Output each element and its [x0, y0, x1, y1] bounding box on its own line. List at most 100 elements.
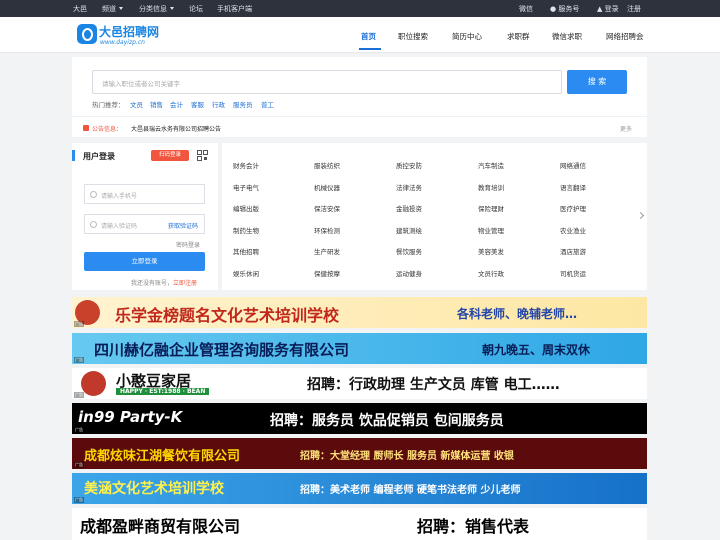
nav-job-group[interactable]: 求职群 — [507, 31, 530, 42]
category-link[interactable]: 教育培训 — [478, 182, 504, 192]
category-link[interactable]: 建筑测绘 — [396, 225, 422, 235]
search-button[interactable]: 搜 索 — [567, 70, 627, 94]
banner-title: 成都炫味江湖餐饮有限公司 — [84, 449, 241, 464]
banner-title: 美涵文化艺术培训学校 — [84, 481, 224, 497]
category-link[interactable]: 餐饮服务 — [396, 246, 422, 256]
nav-wechat-job[interactable]: 微信求职 — [552, 31, 582, 42]
city-link[interactable]: 大邑 — [73, 4, 87, 14]
scan-login-button[interactable]: 扫码登录 — [151, 150, 189, 161]
get-code-button[interactable]: 获取验证码 — [168, 221, 198, 230]
phone-icon — [90, 191, 97, 198]
banner-extra: 招聘：服务员 饮品促销员 包间服务员 — [270, 413, 504, 429]
banner-title: 成都盈畔商贸有限公司 — [80, 517, 241, 536]
hot-keyword[interactable]: 普工 — [261, 99, 274, 109]
password-login-link[interactable]: 密码登录 — [176, 240, 200, 249]
category-link[interactable]: 文员行政 — [478, 268, 504, 278]
shield-icon — [90, 221, 97, 228]
channel-label: 频道 — [102, 5, 116, 13]
ad-tag: 广告 — [74, 321, 84, 327]
category-link[interactable]: 金融投资 — [396, 203, 422, 213]
logo-icon[interactable] — [77, 24, 97, 44]
hot-keyword[interactable]: 客服 — [191, 99, 204, 109]
category-link[interactable]: 保洁安保 — [314, 203, 340, 213]
category-link[interactable]: 财务会计 — [233, 160, 259, 170]
banner-extra: 招聘：行政助理 生产文员 库管 电工…… — [307, 377, 560, 393]
wechat-link[interactable]: 微信 — [519, 4, 533, 14]
qr-code-icon[interactable] — [197, 150, 208, 161]
category-link[interactable]: 机械仪器 — [314, 182, 340, 192]
mascot-icon — [81, 371, 106, 396]
channel-menu[interactable]: 频道 — [102, 4, 123, 14]
register-link[interactable]: 注册 — [627, 4, 641, 14]
hot-keyword[interactable]: 会计 — [170, 99, 183, 109]
register-now-link[interactable]: 立即注册 — [173, 280, 197, 287]
category-link[interactable]: 医疗护理 — [560, 203, 586, 213]
ad-banner[interactable]: 成都盈畔商贸有限公司 招聘：销售代表 — [72, 508, 647, 540]
ad-banner[interactable]: 乐学金榜题名文化艺术培训学校 各科老师、晚辅老师… 广告 — [72, 297, 647, 328]
category-link[interactable]: 电子电气 — [233, 182, 259, 192]
banner-extra: 招聘：大堂经理 厨师长 服务员 新媒体运营 收银 — [300, 451, 514, 462]
banner-title: 四川赫亿融企业管理咨询服务有限公司 — [94, 341, 350, 359]
category-link[interactable]: 农业渔业 — [560, 225, 586, 235]
forum-link[interactable]: 论坛 — [189, 4, 203, 14]
verification-code-field[interactable]: 请输入验证码 获取验证码 — [84, 214, 205, 234]
search-input[interactable]: 请输入职位或者公司关键字 — [92, 70, 562, 94]
logo-url: www.dayizp.cn — [100, 39, 145, 46]
wechat-icon: ● — [550, 5, 557, 13]
notice-item[interactable]: 大邑县瑞云水务有限公司招聘公告 — [131, 124, 221, 133]
chevron-down-icon — [119, 7, 123, 10]
divider — [72, 116, 647, 117]
code-placeholder: 请输入验证码 — [101, 223, 138, 230]
ad-banner[interactable]: 小憨豆家居 HAPPY · EST:1988 · BEAN 招聘：行政助理 生产… — [72, 368, 647, 399]
phone-field[interactable]: 请输入手机号 — [84, 184, 205, 204]
no-account-text: 我还没有账号， — [131, 280, 174, 287]
login-submit-button[interactable]: 立即登录 — [84, 252, 205, 271]
notice-more-link[interactable]: 更多 — [620, 124, 632, 133]
category-link[interactable]: 制药生物 — [233, 225, 259, 235]
category-link[interactable]: 服装纺织 — [314, 160, 340, 170]
hot-keyword[interactable]: 文员 — [130, 99, 143, 109]
logo-title[interactable]: 大邑招聘网 — [99, 23, 159, 40]
category-link[interactable]: 物业管理 — [478, 225, 504, 235]
phone-placeholder: 请输入手机号 — [101, 193, 138, 200]
category-link[interactable]: 酒店旅游 — [560, 246, 586, 256]
ad-tag: 广告 — [74, 392, 84, 398]
mobile-client-link[interactable]: 手机客户端 — [217, 4, 252, 14]
ad-banner[interactable]: 成都炫味江湖餐饮有限公司 招聘：大堂经理 厨师长 服务员 新媒体运营 收银 广告 — [72, 438, 647, 469]
category-link[interactable]: 运动健身 — [396, 268, 422, 278]
classified-menu[interactable]: 分类信息 — [139, 4, 174, 14]
banner-extra: 朝九晚五、周末双休 — [482, 343, 591, 357]
category-link[interactable]: 网络通信 — [560, 160, 586, 170]
category-link[interactable]: 生产研发 — [314, 246, 340, 256]
service-account-link[interactable]: ● 服务号 — [550, 4, 579, 14]
category-link[interactable]: 环保检测 — [314, 225, 340, 235]
hot-keyword[interactable]: 行政 — [212, 99, 225, 109]
classified-label: 分类信息 — [139, 5, 167, 13]
ad-tag: 广告 — [74, 427, 84, 433]
nav-online-fair[interactable]: 网络招聘会 — [606, 31, 644, 42]
category-link[interactable]: 娱乐休闲 — [233, 268, 259, 278]
hot-label: 热门推荐： — [92, 101, 125, 109]
ad-banner[interactable]: in99 Party-K 招聘：服务员 饮品促销员 包间服务员 广告 — [72, 403, 647, 434]
category-link[interactable]: 汽车制造 — [478, 160, 504, 170]
login-label: 登录 — [604, 5, 619, 13]
nav-job-search[interactable]: 职位搜索 — [398, 31, 428, 42]
category-link[interactable]: 质控安防 — [396, 160, 422, 170]
hot-keyword[interactable]: 服务员 — [233, 99, 253, 109]
category-link[interactable]: 编辑出版 — [233, 203, 259, 213]
category-link[interactable]: 司机货运 — [560, 268, 586, 278]
service-label: 服务号 — [558, 5, 580, 13]
ad-tag: 广告 — [74, 357, 84, 363]
category-link[interactable]: 保健按摩 — [314, 268, 340, 278]
nav-resume-center[interactable]: 简历中心 — [452, 31, 482, 42]
category-link[interactable]: 语言翻译 — [560, 182, 586, 192]
category-link[interactable]: 保险理财 — [478, 203, 504, 213]
category-link[interactable]: 其他招聘 — [233, 246, 259, 256]
nav-home[interactable]: 首页 — [361, 31, 376, 42]
hot-keyword[interactable]: 销售 — [150, 99, 163, 109]
ad-banner[interactable]: 四川赫亿融企业管理咨询服务有限公司 朝九晚五、周末双休 广告 — [72, 333, 647, 364]
category-link[interactable]: 法律法务 — [396, 182, 422, 192]
category-link[interactable]: 美容美发 — [478, 246, 504, 256]
login-link[interactable]: ▲ 登录 — [597, 4, 619, 14]
ad-banner[interactable]: 美涵文化艺术培训学校 招聘：美术老师 编程老师 硬笔书法老师 少儿老师 广告 — [72, 473, 647, 504]
